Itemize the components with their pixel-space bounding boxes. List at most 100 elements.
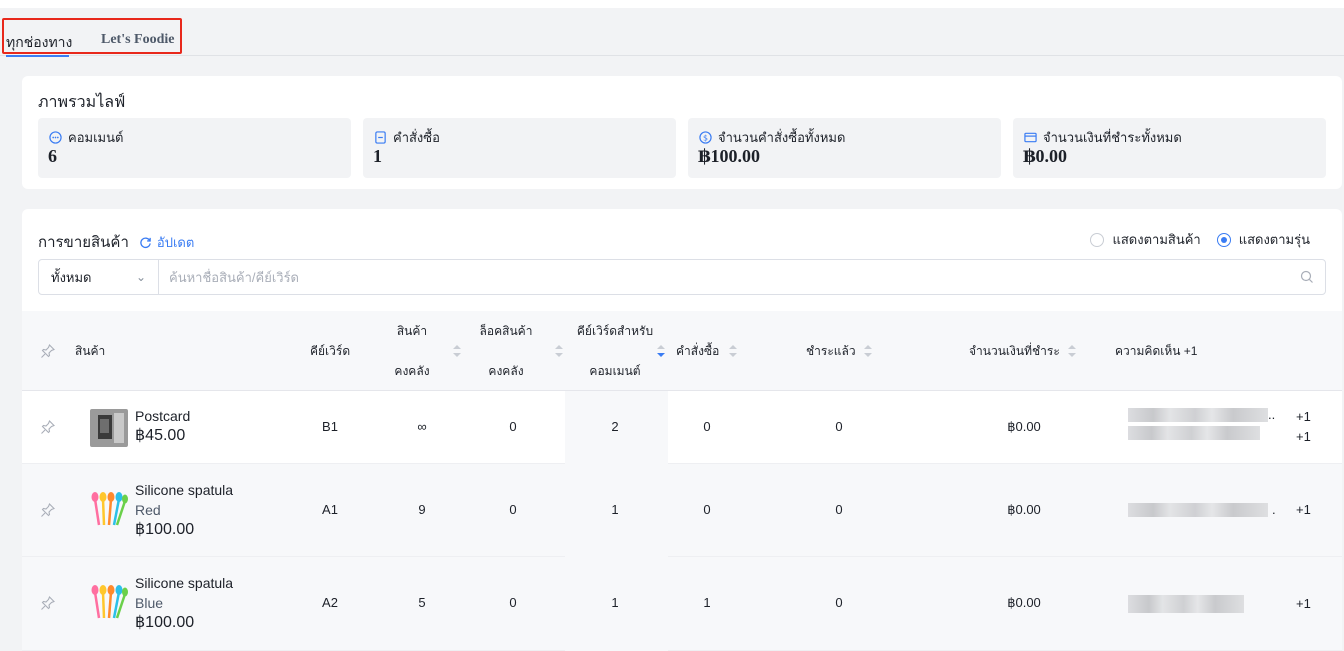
product-name: Postcard — [135, 408, 191, 424]
cell-locked: 0 — [509, 595, 517, 610]
tab-all-channels[interactable]: ทุกช่องทาง — [6, 32, 72, 54]
active-tab-indicator — [6, 55, 69, 57]
cell-amount: ฿0.00 — [1007, 595, 1041, 610]
product-thumbnail — [91, 585, 128, 619]
cell-paid: 0 — [835, 502, 843, 517]
cell-locked: 0 — [509, 419, 517, 434]
cell-comment-keyword: 2 — [611, 419, 619, 434]
col-locked-line2: คงคลัง — [488, 364, 524, 378]
col-stock-line2: คงคลัง — [394, 364, 430, 378]
table-header: สินค้า คีย์เวิร์ด สินค้า คงคลัง ล็อคสินค… — [22, 311, 1342, 391]
pin-icon[interactable] — [40, 595, 56, 611]
cell-keyword: A2 — [322, 595, 338, 610]
overview-title: ภาพรวมไลฟ์ — [38, 94, 126, 111]
sort-amount-icon[interactable] — [1068, 345, 1076, 357]
stat-label: จำนวนคำสั่งซื้อทั้งหมด — [718, 130, 846, 145]
tab-store[interactable]: Let's Foodie — [101, 32, 175, 48]
svg-text:$: $ — [703, 133, 708, 142]
stat-total-order-amount: $ จำนวนคำสั่งซื้อทั้งหมด ฿100.00 — [688, 118, 1001, 178]
cell-keyword: A1 — [322, 502, 338, 517]
cell-amount: ฿0.00 — [1007, 419, 1041, 434]
stat-value: 1 — [373, 146, 382, 166]
col-keyword: คีย์เวิร์ด — [310, 344, 351, 358]
col-amount-paid: จำนวนเงินที่ชำระ — [969, 344, 1060, 358]
sort-orders-icon[interactable] — [729, 345, 737, 357]
product-filter-bar: ทั้งหมด ⌄ — [38, 259, 1326, 295]
sort-locked-icon[interactable] — [555, 345, 563, 357]
stat-label: คอมเมนต์ — [68, 130, 124, 145]
chat-bubble-icon — [49, 131, 62, 144]
radio-by-product[interactable]: แสดงตามสินค้า — [1090, 229, 1201, 250]
product-thumbnail — [91, 492, 128, 526]
col-comments: ความคิดเห็น +1 — [1115, 344, 1198, 358]
cell-paid: 0 — [835, 595, 843, 610]
cell-orders: 0 — [703, 502, 711, 517]
product-variant: Blue — [135, 595, 164, 611]
blurred-comments — [1128, 595, 1244, 613]
product-search-input[interactable] — [159, 260, 1289, 294]
category-select[interactable]: ทั้งหมด ⌄ — [39, 260, 159, 294]
sales-title: การขายสินค้า — [38, 234, 129, 251]
sort-stock-icon[interactable] — [453, 345, 461, 357]
table-row: Postcard ฿45.00 B1 ∞ 0 2 0 0 ฿0.00 .. +1… — [22, 391, 1342, 464]
chevron-down-icon: ⌄ — [135, 270, 146, 284]
cell-comment-keyword: 1 — [611, 502, 619, 517]
pin-icon[interactable] — [40, 419, 56, 435]
radio-label: แสดงตามสินค้า — [1112, 232, 1201, 247]
cell-orders: 1 — [703, 595, 711, 610]
product-thumbnail — [90, 409, 128, 447]
radio-label: แสดงตามรุ่น — [1238, 232, 1310, 247]
cell-stock: 5 — [418, 595, 426, 610]
update-label: อัปเดต — [156, 234, 195, 250]
stat-label: จำนวนเงินที่ชำระทั้งหมด — [1043, 130, 1182, 145]
product-name: Silicone spatula — [135, 575, 234, 591]
sort-paid-icon[interactable] — [864, 345, 872, 357]
stat-value: ฿100.00 — [698, 146, 761, 166]
comment-plus-one: +1 — [1296, 429, 1311, 444]
dollar-circle-icon: $ — [699, 131, 712, 144]
cell-amount: ฿0.00 — [1007, 502, 1041, 517]
sort-comment-keyword-icon[interactable] — [657, 345, 665, 357]
view-mode-radio-group: แสดงตามสินค้า แสดงตามรุ่น — [1090, 229, 1310, 250]
stat-value: ฿0.00 — [1023, 146, 1068, 166]
col-product: สินค้า — [75, 344, 106, 358]
comment-ellipsis: . — [1272, 502, 1276, 517]
pin-icon[interactable] — [40, 502, 56, 518]
radio-circle — [1090, 232, 1105, 247]
cell-locked: 0 — [509, 502, 517, 517]
table-row: Silicone spatula Blue ฿100.00 A2 5 0 1 1… — [22, 557, 1342, 651]
blurred-comments — [1128, 408, 1268, 440]
cell-comment-keyword: 1 — [611, 595, 619, 610]
table-row: Silicone spatula Red ฿100.00 A1 9 0 1 0 … — [22, 464, 1342, 557]
radio-by-variant[interactable]: แสดงตามรุ่น — [1216, 229, 1310, 250]
comment-plus-one: +1 — [1296, 409, 1311, 424]
product-sales-card: การขายสินค้า อัปเดต แสดงตามสินค้า แสดงตา… — [22, 209, 1342, 651]
search-icon[interactable] — [1289, 260, 1325, 294]
order-doc-icon — [375, 131, 386, 144]
product-variant: Red — [135, 502, 161, 518]
pin-icon[interactable] — [40, 343, 56, 359]
col-comment-keyword-line2: คอมเมนต์ — [589, 364, 641, 378]
product-price: ฿100.00 — [135, 521, 195, 538]
cell-orders: 0 — [703, 419, 711, 434]
blurred-comments — [1128, 503, 1268, 517]
product-name: Silicone spatula — [135, 482, 234, 498]
cell-stock: ∞ — [417, 419, 427, 434]
live-overview-card: ภาพรวมไลฟ์ คอมเมนต์ 6 คำสั่งซื้อ 1 $ จำน… — [22, 76, 1342, 189]
stat-total-paid: จำนวนเงินที่ชำระทั้งหมด ฿0.00 — [1013, 118, 1326, 178]
update-button[interactable]: อัปเดต — [139, 232, 194, 253]
cell-paid: 0 — [835, 419, 843, 434]
col-orders: คำสั่งซื้อ — [676, 344, 720, 358]
stat-orders: คำสั่งซื้อ 1 — [363, 118, 676, 178]
stat-label: คำสั่งซื้อ — [393, 130, 440, 145]
comment-plus-one: +1 — [1296, 596, 1311, 611]
cell-keyword: B1 — [322, 419, 338, 434]
col-stock-line1: สินค้า — [396, 324, 428, 338]
top-bar — [0, 0, 1344, 8]
comment-ellipsis: .. — [1268, 407, 1276, 422]
channel-tabs: ทุกช่องทาง Let's Foodie — [0, 8, 1344, 57]
product-price: ฿100.00 — [135, 614, 195, 631]
radio-circle-selected — [1216, 232, 1231, 247]
col-paid: ชำระแล้ว — [806, 344, 856, 358]
card-icon — [1024, 132, 1037, 143]
